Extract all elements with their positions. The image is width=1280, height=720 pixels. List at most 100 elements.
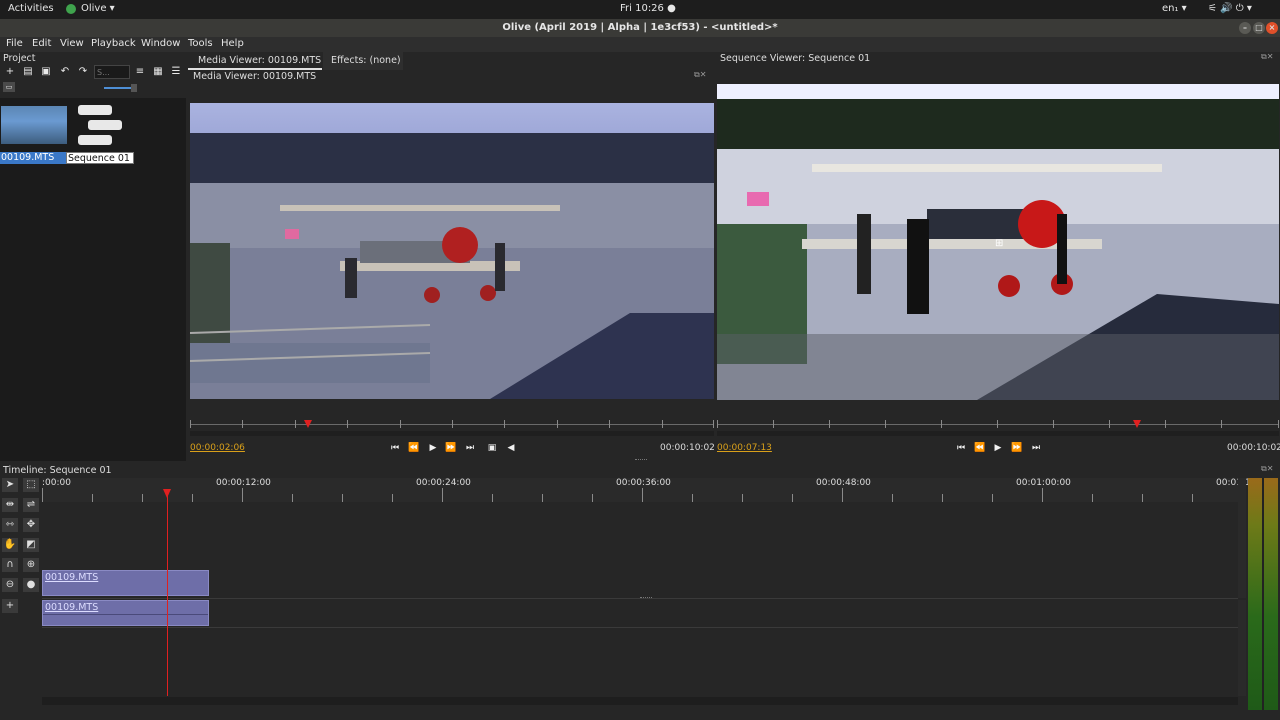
media-playhead[interactable] — [304, 420, 312, 428]
open-icon[interactable]: ▤ — [21, 65, 35, 79]
menu-edit[interactable]: Edit — [32, 38, 51, 49]
icon-view-icon[interactable]: ▦ — [151, 65, 165, 79]
go-to-start-icon[interactable]: ⏮ — [954, 442, 968, 455]
next-frame-icon[interactable]: ⏩ — [444, 442, 458, 455]
video-only-icon[interactable]: ▣ — [485, 442, 499, 455]
ripple-tool-icon[interactable]: ⇹ — [2, 498, 18, 512]
audio-vertical-scrollbar[interactable] — [1238, 600, 1246, 696]
menu-help[interactable]: Help — [221, 38, 244, 49]
sequence-viewer-panel: Sequence Viewer: Sequence 01 ⧉✕ ⊞ 00:00:… — [716, 52, 1280, 461]
undo-icon[interactable]: ↶ — [58, 65, 72, 79]
language-indicator[interactable]: en₁ ▾ — [1162, 3, 1187, 14]
project-item-sequence-label: Sequence 01 — [68, 153, 130, 164]
video-track-area[interactable] — [42, 502, 1238, 598]
sequence-thumbnail-bar-3 — [78, 135, 112, 145]
media-current-timecode[interactable]: 00:00:02:06 — [190, 443, 245, 453]
previous-frame-icon[interactable]: ⏪ — [973, 442, 987, 455]
menu-tools[interactable]: Tools — [188, 38, 213, 49]
folder-icon[interactable]: ▭ — [3, 82, 15, 92]
slide-tool-icon[interactable]: ✥ — [23, 518, 39, 532]
sequence-scrollbar[interactable] — [717, 431, 1279, 436]
save-icon[interactable]: ▣ — [39, 65, 53, 79]
sequence-video-frame[interactable]: ⊞ — [717, 84, 1279, 400]
window-title: Olive (April 2019 | Alpha | 1e3cf53) - <… — [502, 22, 778, 33]
maximize-icon[interactable]: □ — [1253, 22, 1265, 34]
close-icon[interactable]: × — [1266, 22, 1278, 34]
timeline-panel: Timeline: Sequence 01 ⧉✕ ➤ ⬚ ⇹ ⇌ ⇿ ✥ ✋ ◩… — [0, 464, 1280, 720]
app-menu-button[interactable]: Olive ▾ — [81, 3, 115, 14]
project-panel: Project + ▤ ▣ ↶ ↷ ≡ ▦ ☰ ▭ 00109.MTS Sequ… — [0, 52, 186, 461]
zoom-out-icon[interactable]: ⊖ — [2, 578, 18, 592]
clip-thumbnail[interactable] — [1, 106, 67, 144]
go-to-start-icon[interactable]: ⏮ — [388, 442, 402, 455]
media-end-timecode: 00:00:10:02 — [660, 443, 715, 453]
redo-icon[interactable]: ↷ — [76, 65, 90, 79]
previous-frame-icon[interactable]: ⏪ — [407, 442, 421, 455]
sequence-thumbnail-bar-1 — [78, 105, 112, 115]
edit-tool-icon[interactable]: ⇿ — [2, 518, 18, 532]
play-icon[interactable]: ▶ — [991, 442, 1005, 455]
panel-float-close-icon[interactable]: ⧉✕ — [1261, 464, 1273, 474]
audio-waveform — [43, 614, 208, 615]
list-view-icon[interactable]: ≡ — [133, 65, 147, 79]
splitter-handle[interactable] — [635, 459, 647, 462]
menu-window[interactable]: Window — [141, 38, 180, 49]
menu-bar: File Edit View Playback Window Tools Hel… — [0, 37, 1280, 52]
audio-only-icon[interactable]: ◀ — [504, 442, 518, 455]
timeline-horizontal-scrollbar[interactable] — [42, 697, 1238, 705]
media-scrollbar[interactable] — [190, 431, 714, 436]
go-to-end-icon[interactable]: ⏭ — [463, 442, 477, 455]
zoom-in-icon[interactable]: ⊕ — [23, 558, 39, 572]
new-icon[interactable]: + — [3, 65, 17, 79]
media-video-image — [189, 103, 714, 399]
pointer-tool-icon[interactable]: ➤ — [2, 478, 18, 492]
menu-view[interactable]: View — [60, 38, 84, 49]
tab-effects[interactable]: Effects: (none) — [323, 52, 403, 70]
panel-float-close-icon[interactable]: ⧉✕ — [694, 70, 706, 80]
project-item-clip-label: 00109.MTS — [1, 152, 55, 163]
video-clip[interactable]: 00109.MTS — [42, 570, 209, 596]
sequence-scrubber[interactable] — [717, 418, 1279, 436]
activities-button[interactable]: Activities — [8, 3, 54, 14]
sequence-playhead[interactable] — [1133, 420, 1141, 428]
tab-bar: Media Viewer: 00109.MTS Effects: (none) — [188, 52, 716, 70]
add-track-icon[interactable]: + — [2, 599, 18, 613]
sequence-video-image: ⊞ — [717, 84, 1279, 400]
record-icon[interactable]: ● — [23, 578, 39, 592]
tab-media-viewer[interactable]: Media Viewer: 00109.MTS — [188, 52, 322, 70]
panel-float-close-icon[interactable]: ⧉✕ — [1261, 52, 1273, 62]
next-frame-icon[interactable]: ⏩ — [1010, 442, 1024, 455]
sequence-current-timecode[interactable]: 00:00:07:13 — [717, 443, 772, 453]
sequence-end-timecode: 00:00:10:02 — [1227, 443, 1280, 453]
track-splitter[interactable] — [640, 597, 652, 599]
snapping-icon[interactable]: ∩ — [2, 558, 18, 572]
minimize-icon[interactable]: – — [1239, 22, 1251, 34]
project-item-clip[interactable]: 00109.MTS — [0, 152, 66, 164]
project-title: Project — [3, 53, 36, 64]
olive-app-icon — [66, 4, 76, 14]
menu-file[interactable]: File — [6, 38, 23, 49]
video-vertical-scrollbar[interactable] — [1238, 478, 1246, 598]
transition-tool-icon[interactable]: ◩ — [23, 538, 39, 552]
zoom-slider-handle[interactable] — [131, 84, 137, 92]
media-scrubber[interactable] — [190, 418, 714, 436]
audio-level-meter — [1248, 478, 1278, 710]
system-top-bar: Activities Olive ▾ Fri 10:26 ● en₁ ▾ ⚟ 🔊… — [0, 0, 1280, 19]
marquee-tool-icon[interactable]: ⬚ — [23, 478, 39, 492]
project-search-input[interactable] — [94, 65, 130, 79]
hand-tool-icon[interactable]: ✋ — [2, 538, 18, 552]
timeline-ruler[interactable]: :00:00 00:00:12:00 00:00:24:00 00:00:36:… — [42, 478, 1251, 502]
tree-view-icon[interactable]: ☰ — [169, 65, 183, 79]
media-viewer-title: Media Viewer: 00109.MTS — [193, 71, 317, 82]
window-title-bar: Olive (April 2019 | Alpha | 1e3cf53) - <… — [0, 19, 1280, 37]
menu-playback[interactable]: Playback — [91, 38, 136, 49]
go-to-end-icon[interactable]: ⏭ — [1029, 442, 1043, 455]
media-video-frame[interactable] — [189, 103, 714, 399]
audio-clip[interactable]: 00109.MTS — [42, 600, 209, 626]
play-icon[interactable]: ▶ — [426, 442, 440, 455]
slip-tool-icon[interactable]: ⇌ — [23, 498, 39, 512]
clock[interactable]: Fri 10:26 ● — [620, 3, 676, 14]
media-viewer-panel: Media Viewer: 00109.MTS ⧉✕ 00:00:02:06 0… — [188, 70, 716, 461]
project-item-sequence[interactable]: Sequence 01 — [66, 152, 134, 164]
system-tray[interactable]: ⚟ 🔊 ⏻ ▾ — [1208, 3, 1252, 14]
